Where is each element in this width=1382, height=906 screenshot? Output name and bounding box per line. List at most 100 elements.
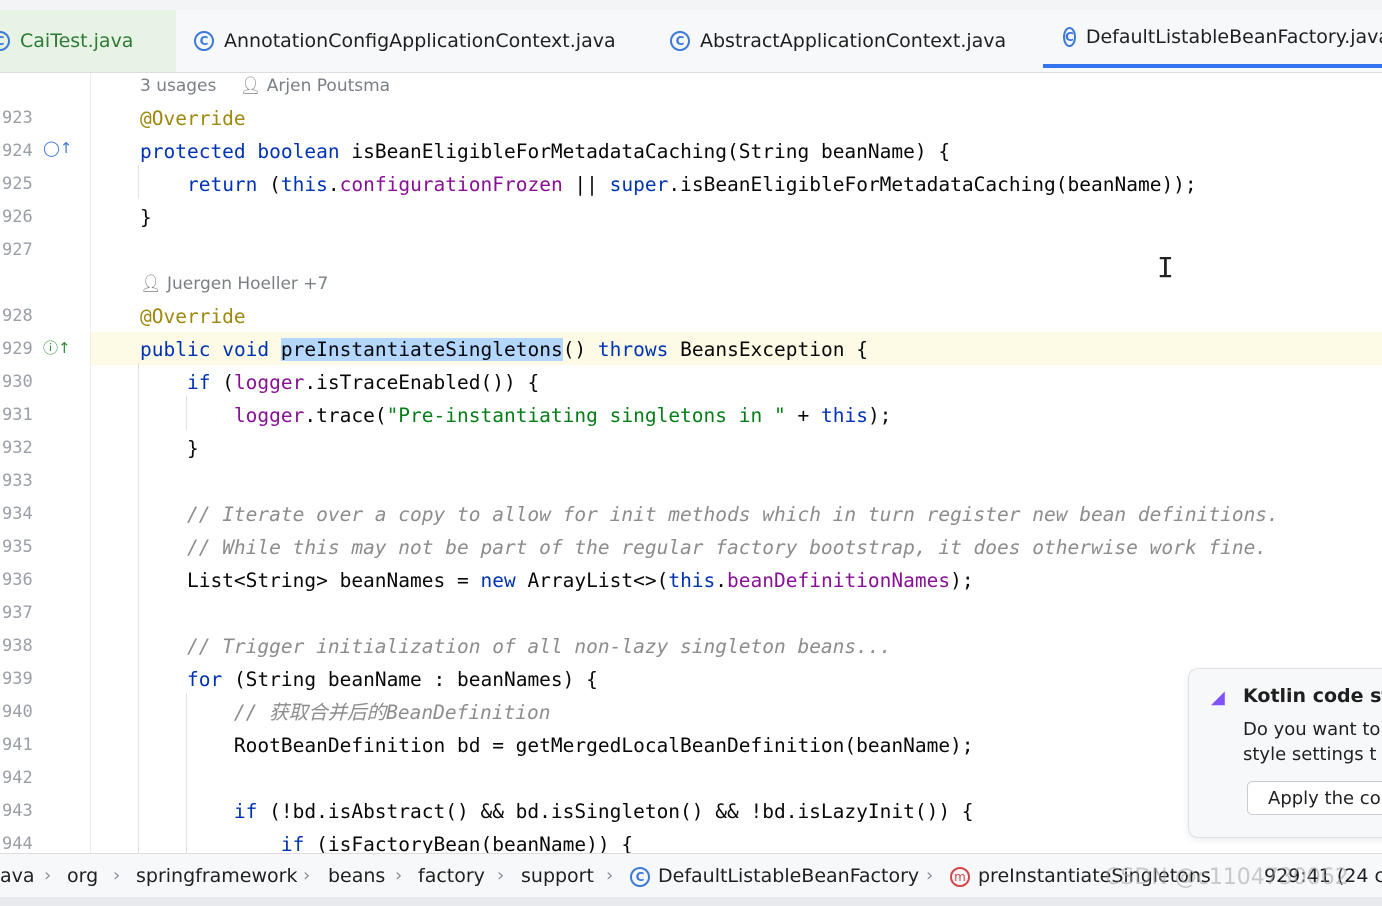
tab-defaultlistablebeanfactory[interactable]: C DefaultListableBeanFactory.java <box>1043 10 1382 68</box>
usages-hint[interactable]: 3 usages <box>140 76 216 96</box>
bottom-strip <box>0 897 1382 906</box>
code-line[interactable]: 937 <box>0 597 1382 630</box>
breadcrumb-support[interactable]: support <box>521 854 594 898</box>
code-line[interactable]: 932 } <box>0 432 1382 465</box>
code-token: ArrayList<>( <box>515 569 669 592</box>
code-token: ); <box>950 569 974 592</box>
line-number[interactable]: 939 <box>2 663 42 696</box>
line-number[interactable]: 942 <box>2 762 42 795</box>
chevron-right-icon: › <box>497 865 505 886</box>
code-line[interactable]: 930 if (logger.isTraceEnabled()) { <box>0 366 1382 399</box>
code-line[interactable]: 942 <box>0 762 1382 795</box>
code-line[interactable]: 927 <box>0 234 1382 267</box>
code-line[interactable]: 941 RootBeanDefinition bd = getMergedLoc… <box>0 729 1382 762</box>
code-token: .trace( <box>304 404 387 427</box>
code-token: // 获取合并后的BeanDefinition <box>233 701 551 724</box>
kotlin-code-style-notification: ◢ Kotlin code st Do you want to style se… <box>1188 668 1382 838</box>
codevision-hint-2[interactable]: 👤︎ Juergen Hoeller +7 <box>140 271 328 297</box>
override-method-icon[interactable]: ◯↑ <box>43 139 72 157</box>
code-text: return (this.configurationFrozen || supe… <box>140 168 1197 201</box>
code-line[interactable]: 926} <box>0 201 1382 234</box>
code-line[interactable]: 923 @Override <box>0 102 1382 135</box>
code-line[interactable]: 938 // Trigger initialization of all non… <box>0 630 1382 663</box>
tab-annotationconfig[interactable]: C AnnotationConfigApplicationContext.jav… <box>194 10 616 72</box>
line-number[interactable]: 933 <box>2 465 42 498</box>
author-hint[interactable]: Arjen Poutsma <box>267 76 390 96</box>
line-number[interactable]: 926 <box>2 201 42 234</box>
code-token: logger <box>233 371 305 394</box>
tab-caitest[interactable]: C CaiTest.java <box>0 10 176 72</box>
line-number[interactable]: 929 <box>2 333 42 366</box>
breadcrumb-beans[interactable]: beans <box>328 854 385 898</box>
line-number[interactable]: 940 <box>2 696 42 729</box>
line-number[interactable]: 925 <box>2 168 42 201</box>
line-number[interactable]: 930 <box>2 366 42 399</box>
code-line[interactable]: 939 for (String beanName : beanNames) { <box>0 663 1382 696</box>
code-line[interactable]: 929 public void preInstantiateSingletons(… <box>0 333 1382 366</box>
line-number[interactable]: 938 <box>2 630 42 663</box>
implement-method-icon[interactable]: ⓘ↑ <box>43 337 71 358</box>
apply-code-style-button[interactable]: Apply the co <box>1247 781 1382 815</box>
line-number[interactable]: 944 <box>2 828 42 853</box>
code-text: protected boolean isBeanEligibleForMetad… <box>140 135 950 168</box>
code-line[interactable]: 925 return (this.configurationFrozen || … <box>0 168 1382 201</box>
code-token: this <box>820 404 868 427</box>
chevron-right-icon: › <box>606 865 614 886</box>
code-text: } <box>140 201 152 234</box>
code-line[interactable]: 935 // While this may not be part of the… <box>0 531 1382 564</box>
line-number[interactable]: 931 <box>2 399 42 432</box>
code-token: return <box>186 173 258 196</box>
notification-body-line: Do you want to <box>1243 719 1381 740</box>
code-line[interactable]: 936 List<String> beanNames = new ArrayLi… <box>0 564 1382 597</box>
code-token: this <box>668 569 716 592</box>
code-text: if (logger.isTraceEnabled()) { <box>140 366 539 399</box>
chevron-right-icon: › <box>44 865 52 886</box>
code-line[interactable]: 944 if (isFactoryBean(beanName)) { <box>0 828 1382 853</box>
line-number[interactable]: 936 <box>2 564 42 597</box>
author-icon: 👤︎ <box>239 76 262 96</box>
code-token: (String beanName : beanNames) { <box>222 668 598 691</box>
code-line[interactable]: 931 logger.trace("Pre-instantiating sing… <box>0 399 1382 432</box>
code-text: // While this may not be part of the reg… <box>140 531 1267 564</box>
code-token: // Iterate over a copy to allow for init… <box>186 503 1279 526</box>
author-icon: 👤︎ <box>140 274 162 294</box>
breadcrumb-class-label: DefaultListableBeanFactory <box>658 865 920 887</box>
code-editor[interactable]: 3 usages 👤︎ Arjen Poutsma 👤︎ Juergen Hoe… <box>0 73 1382 853</box>
code-text: logger.trace("Pre-instantiating singleto… <box>140 399 892 432</box>
breadcrumb-springframework[interactable]: springframework <box>136 854 297 898</box>
code-token: . <box>715 569 728 592</box>
code-line[interactable]: 928 @Override <box>0 300 1382 333</box>
line-number[interactable]: 934 <box>2 498 42 531</box>
code-line[interactable]: 924 protected boolean isBeanEligibleForMe… <box>0 135 1382 168</box>
code-token: configurationFrozen <box>339 173 563 196</box>
line-number[interactable]: 943 <box>2 795 42 828</box>
line-number[interactable]: 941 <box>2 729 42 762</box>
code-token: preInstantiateSingletons <box>280 338 563 361</box>
author-hint[interactable]: Juergen Hoeller +7 <box>167 274 328 294</box>
breadcrumb-factory[interactable]: factory <box>418 854 485 898</box>
codevision-hint-1[interactable]: 3 usages 👤︎ Arjen Poutsma <box>140 73 390 99</box>
line-number[interactable]: 932 <box>2 432 42 465</box>
breadcrumb-class[interactable]: C DefaultListableBeanFactory <box>630 854 919 898</box>
line-number[interactable]: 923 <box>2 102 42 135</box>
code-line[interactable]: 933 <box>0 465 1382 498</box>
code-text: RootBeanDefinition bd = getMergedLocalBe… <box>140 729 974 762</box>
breadcrumb-org[interactable]: org <box>67 854 98 898</box>
line-number[interactable]: 935 <box>2 531 42 564</box>
line-number[interactable]: 928 <box>2 300 42 333</box>
code-line[interactable]: 934 // Iterate over a copy to allow for … <box>0 498 1382 531</box>
line-number[interactable]: 927 <box>2 234 42 267</box>
chevron-right-icon: › <box>395 865 403 886</box>
line-number[interactable]: 924 <box>2 135 42 168</box>
code-token: || <box>562 173 610 196</box>
code-line[interactable]: 940 // 获取合并后的BeanDefinition <box>0 696 1382 729</box>
code-token: this <box>280 173 328 196</box>
line-number[interactable]: 937 <box>2 597 42 630</box>
breadcrumb-java[interactable]: ava <box>0 854 35 898</box>
code-line[interactable]: 943 if (!bd.isAbstract() && bd.isSinglet… <box>0 795 1382 828</box>
code-token: isBeanEligibleForMetadataCaching(String … <box>339 140 951 163</box>
tab-abstractapplicationcontext[interactable]: C AbstractApplicationContext.java <box>670 10 1006 72</box>
